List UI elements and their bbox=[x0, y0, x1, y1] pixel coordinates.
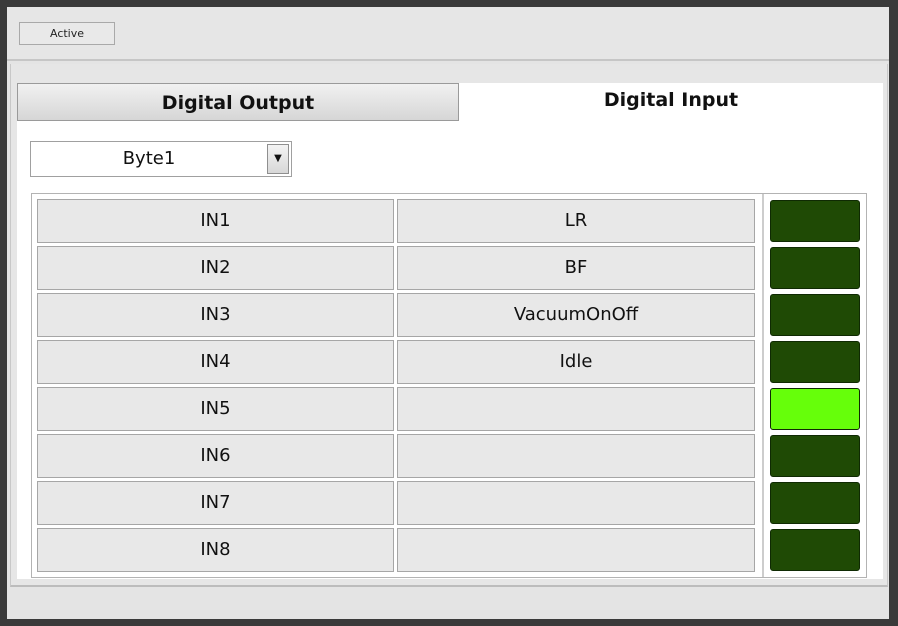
input-name-cell bbox=[397, 434, 755, 478]
tab-digital-output[interactable]: Digital Output bbox=[17, 83, 459, 121]
input-id-cell: IN5 bbox=[37, 387, 394, 431]
table-row: IN7 bbox=[32, 481, 868, 525]
input-table: IN1 LR IN2 BF IN3 VacuumOnOff IN4 Idle I… bbox=[31, 193, 867, 578]
input-name-cell bbox=[397, 481, 755, 525]
io-panel: Digital Output Digital Input Byte1 ▼ IN1… bbox=[10, 64, 888, 587]
input-name-cell bbox=[397, 528, 755, 572]
dropdown-arrow-icon[interactable]: ▼ bbox=[267, 144, 289, 174]
table-row: IN6 bbox=[32, 434, 868, 478]
input-name-cell: VacuumOnOff bbox=[397, 293, 755, 337]
status-led bbox=[770, 200, 860, 242]
table-row: IN4 Idle bbox=[32, 340, 868, 384]
status-led bbox=[770, 529, 860, 571]
input-name-cell: BF bbox=[397, 246, 755, 290]
status-led bbox=[770, 482, 860, 524]
input-id-cell: IN4 bbox=[37, 340, 394, 384]
status-led bbox=[770, 435, 860, 477]
input-id-cell: IN1 bbox=[37, 199, 394, 243]
digital-input-content: Byte1 ▼ IN1 LR IN2 BF IN3 VacuumOnOff IN… bbox=[17, 121, 883, 579]
input-id-cell: IN6 bbox=[37, 434, 394, 478]
table-row: IN2 BF bbox=[32, 246, 868, 290]
byte-select[interactable]: Byte1 ▼ bbox=[30, 141, 292, 177]
input-name-cell: Idle bbox=[397, 340, 755, 384]
status-led bbox=[770, 247, 860, 289]
table-row: IN5 bbox=[32, 387, 868, 431]
input-id-cell: IN3 bbox=[37, 293, 394, 337]
status-led bbox=[770, 341, 860, 383]
table-row: IN1 LR bbox=[32, 199, 868, 243]
input-id-cell: IN2 bbox=[37, 246, 394, 290]
app-window: Active Digital Output Digital Input Byte… bbox=[7, 7, 889, 619]
input-id-cell: IN7 bbox=[37, 481, 394, 525]
input-name-cell bbox=[397, 387, 755, 431]
tab-digital-input[interactable]: Digital Input bbox=[459, 83, 883, 121]
byte-select-value: Byte1 bbox=[122, 148, 176, 169]
status-led bbox=[770, 294, 860, 336]
table-row: IN8 bbox=[32, 528, 868, 572]
input-id-cell: IN8 bbox=[37, 528, 394, 572]
top-toolbar: Active bbox=[7, 7, 889, 61]
input-name-cell: LR bbox=[397, 199, 755, 243]
active-button[interactable]: Active bbox=[19, 22, 115, 45]
table-row: IN3 VacuumOnOff bbox=[32, 293, 868, 337]
status-led bbox=[770, 388, 860, 430]
